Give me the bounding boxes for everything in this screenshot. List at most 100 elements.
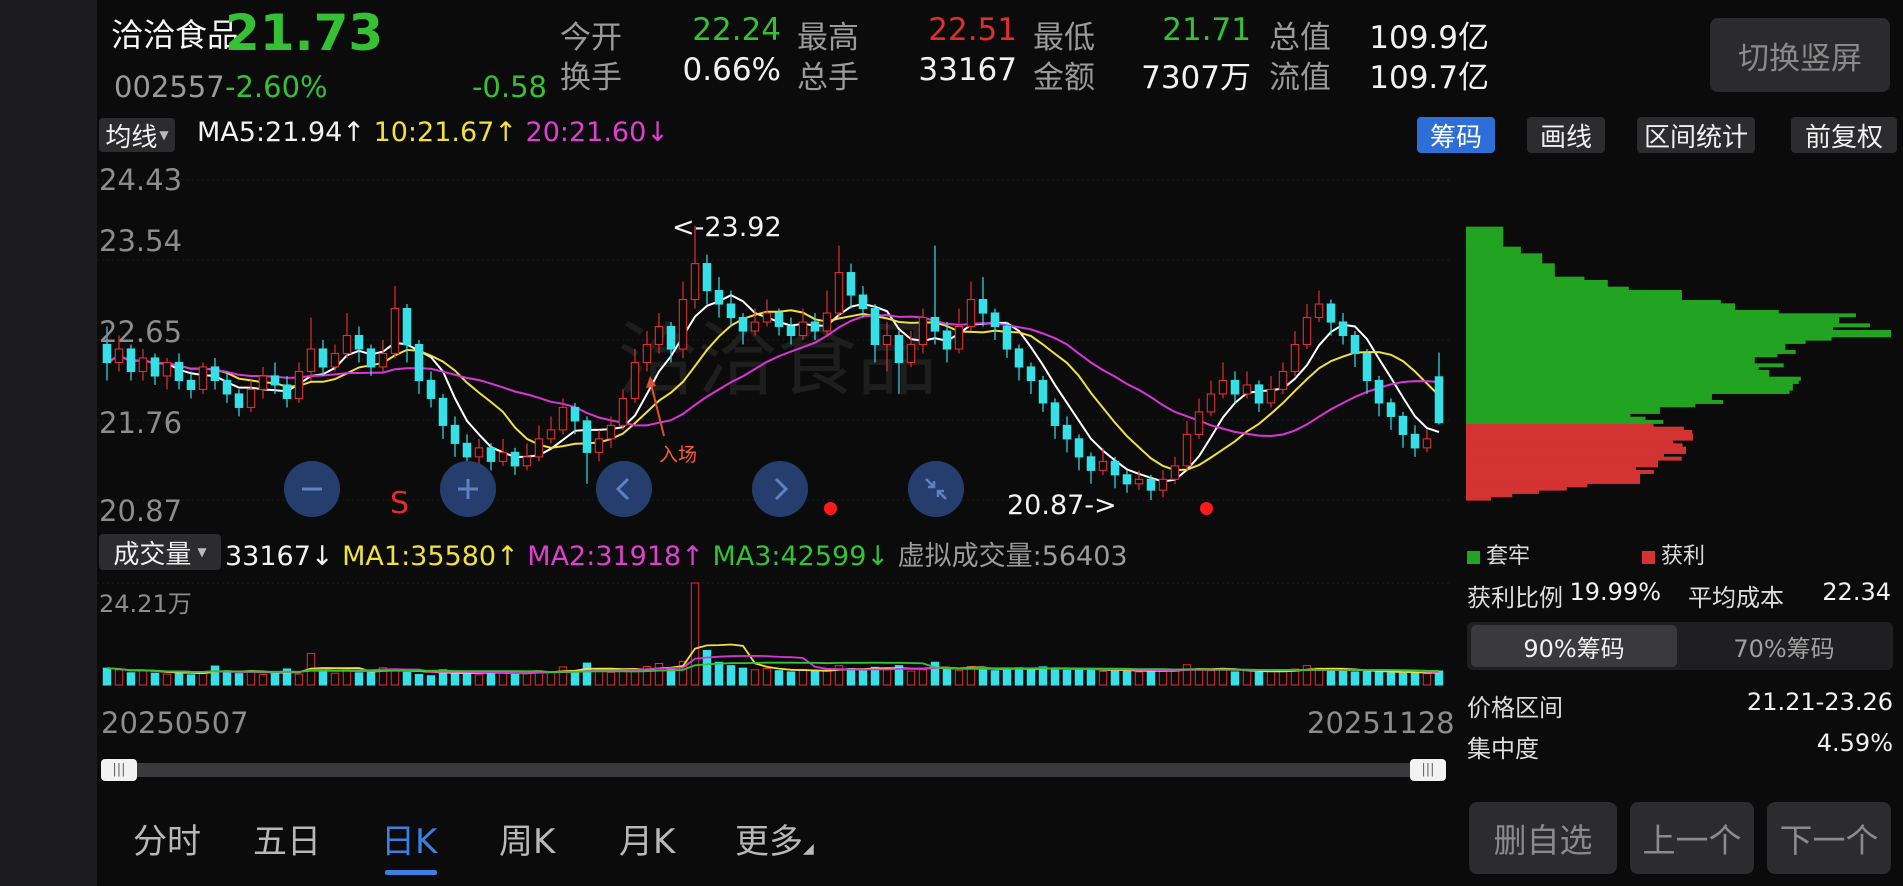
volume-bar [150, 672, 160, 686]
chevron-left-icon [615, 477, 630, 501]
candle-body [330, 352, 340, 368]
up-arrow-icon: ↑ [494, 117, 517, 148]
tab-more[interactable]: 更多◢ [735, 814, 814, 863]
candle-body [1242, 384, 1252, 395]
volume-selector-dropdown[interactable]: 成交量 ▼ [99, 534, 221, 570]
candle-body [534, 438, 544, 458]
legend-profit-label: 获利 [1661, 544, 1706, 569]
volume-bar [186, 674, 196, 686]
range-slider-track[interactable] [109, 763, 1439, 777]
stat-label-turnover: 换手 [560, 60, 622, 96]
switch-portrait-button[interactable]: 切换竖屏 [1710, 18, 1890, 92]
tab-monthly-k[interactable]: 月K [619, 814, 675, 863]
volume-bar [738, 667, 748, 686]
candle-body [450, 424, 460, 444]
volume-bar [1062, 669, 1072, 686]
volume-bar [654, 663, 664, 686]
candle-body [1326, 303, 1336, 323]
candle-body [930, 316, 940, 332]
volume-bar [798, 668, 808, 686]
candle-body [1074, 438, 1084, 458]
chip-distribution-button[interactable]: 筹码 [1417, 117, 1495, 153]
candle-body [822, 312, 832, 332]
price-range-label: 价格区间 [1467, 694, 1563, 722]
candle-body [654, 325, 664, 346]
candle-body [366, 348, 376, 368]
volume-bar [426, 675, 436, 686]
remove-watchlist-button[interactable]: 删自选 [1469, 802, 1617, 874]
candle-body [258, 375, 268, 390]
profit-ratio-value: 19.99% [1569, 578, 1661, 606]
candle-body [726, 303, 736, 319]
down-arrow-icon: ↓ [310, 541, 334, 572]
stat-value-low: 21.71 [1162, 12, 1251, 48]
next-stock-button[interactable]: 下一个 [1767, 802, 1891, 874]
volume-bar [138, 669, 148, 686]
volume-bar [726, 665, 736, 686]
candle-body [1338, 321, 1348, 337]
avg-cost-value: 22.34 [1822, 578, 1891, 606]
zoom-out-button[interactable] [284, 461, 340, 517]
draw-line-button[interactable]: 画线 [1527, 117, 1605, 153]
tab-weekly-k[interactable]: 周K [499, 814, 555, 863]
concentration-label: 集中度 [1467, 735, 1539, 763]
stat-value-float-value: 109.7亿 [1369, 60, 1489, 96]
scroll-left-button[interactable] [596, 461, 652, 517]
down-arrow-icon: ↓ [646, 117, 669, 148]
volume-bar [270, 672, 280, 686]
scroll-right-button[interactable] [752, 461, 808, 517]
candle-body [990, 312, 1000, 328]
zoom-in-button[interactable] [440, 461, 496, 517]
candle-body [882, 334, 892, 346]
reset-zoom-button[interactable] [908, 461, 964, 517]
tab-daily-k[interactable]: 日K [381, 814, 437, 863]
volume-bar [786, 671, 796, 686]
volume-bar [1278, 669, 1288, 686]
candle-body [1386, 402, 1396, 417]
volume-values: 33167↓ MA1:35580↑ MA2:31918↑ MA3:42599↓ … [225, 534, 1128, 573]
sell-signal-label: S [390, 486, 410, 521]
minus-icon [302, 487, 322, 491]
stock-code: 002557 [114, 70, 225, 104]
volume-bar [546, 671, 556, 686]
range-slider-right-handle[interactable]: ||| [1410, 759, 1446, 781]
price-range-value: 21.21-23.26 [1746, 688, 1893, 716]
previous-stock-button[interactable]: 上一个 [1630, 802, 1754, 874]
candle-body [354, 334, 364, 350]
range-stats-button[interactable]: 区间统计 [1637, 117, 1755, 153]
volume-bar [1146, 669, 1156, 686]
ma-selector-dropdown[interactable]: 均线 ▼ [99, 118, 175, 153]
candle-body [1086, 456, 1096, 471]
candle-body [1062, 424, 1072, 440]
volume-bar [846, 668, 856, 686]
candle-body [810, 321, 820, 332]
volume-bar [882, 668, 892, 686]
chip-70-tab[interactable]: 70%筹码 [1681, 625, 1887, 667]
volume-bar [294, 673, 304, 686]
dropdown-caret-icon: ▼ [159, 128, 169, 142]
stat-label-float-value: 流值 [1269, 60, 1331, 96]
volume-bar [1014, 667, 1024, 686]
change-percent: -2.60% [225, 70, 328, 104]
candle-body [222, 379, 232, 395]
chip-90-tab[interactable]: 90%筹码 [1471, 625, 1677, 667]
candle-body [570, 406, 580, 422]
virtual-volume: 虚拟成交量:56403 [897, 541, 1128, 572]
candle-body [1410, 433, 1420, 449]
dropdown-caret-icon: ▼ [197, 545, 207, 559]
candle-body [786, 325, 796, 337]
candle-body [558, 406, 568, 431]
candle-body [126, 348, 136, 373]
tab-five-day[interactable]: 五日 [253, 814, 321, 863]
candle-body [198, 366, 208, 390]
tab-intraday[interactable]: 分时 [133, 814, 201, 863]
candle-body [606, 424, 616, 440]
candle-body [1122, 474, 1132, 485]
volume-chart[interactable] [97, 575, 1449, 700]
corner-caret-icon: ◢ [803, 841, 814, 857]
current-price: 21.73 [225, 4, 384, 62]
range-slider-left-handle[interactable]: ||| [101, 759, 137, 781]
volume-bar [906, 670, 916, 686]
candle-body [1398, 415, 1408, 435]
forward-adjust-button[interactable]: 前复权 [1791, 117, 1897, 153]
